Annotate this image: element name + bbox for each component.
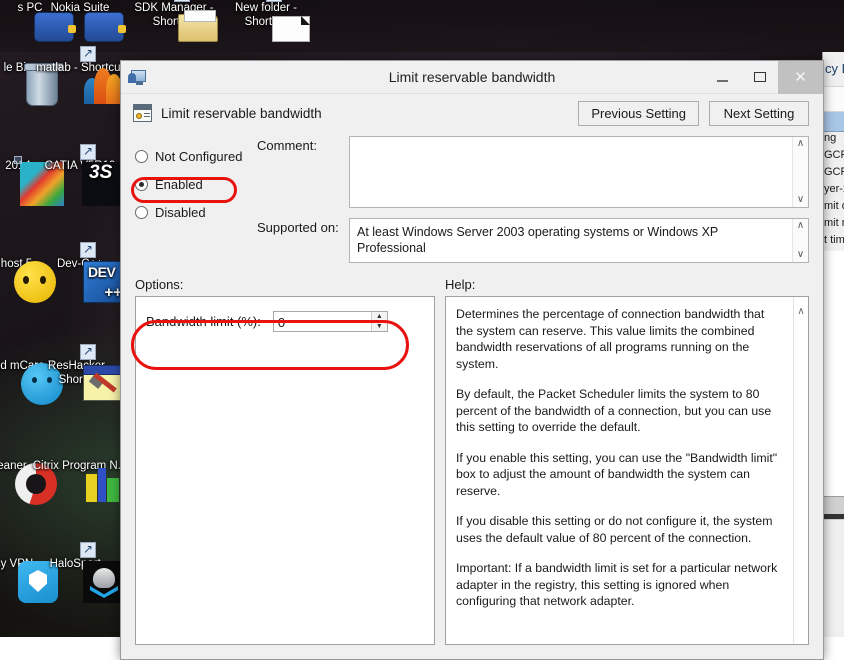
shortcut-arrow-icon: ↗ bbox=[80, 344, 96, 360]
desktop-icon-nokia-suite[interactable]: Nokia Suite bbox=[32, 2, 128, 16]
scroll-down-icon[interactable]: ∨ bbox=[797, 196, 804, 204]
background-window-row[interactable]: mit o bbox=[823, 200, 844, 217]
background-window-row[interactable]: ng bbox=[823, 132, 844, 149]
stepper-up-icon[interactable]: ▲ bbox=[372, 312, 387, 322]
window-controls[interactable]: ✕ bbox=[704, 61, 823, 94]
shortcut-arrow-icon: ↗ bbox=[80, 46, 96, 62]
bandwidth-limit-stepper[interactable]: 0 ▲ ▼ bbox=[273, 311, 388, 332]
radio-label: Disabled bbox=[155, 205, 206, 220]
stepper-buttons[interactable]: ▲ ▼ bbox=[371, 312, 387, 331]
desktop-icon-catia-v5r19[interactable]: ↗CATIA V5R19 bbox=[32, 160, 128, 174]
dialog-header: Limit reservable bandwidth Previous Sett… bbox=[121, 94, 823, 132]
radio-indicator[interactable] bbox=[135, 206, 148, 219]
dialog-titlebar[interactable]: Limit reservable bandwidth ✕ bbox=[121, 61, 823, 94]
desktop-icon-dev-cpp[interactable]: ++↗Dev-C++ bbox=[32, 258, 128, 272]
desktop-icon-citrix-program-neighborhood[interactable]: Citrix Program N... bbox=[32, 460, 128, 474]
background-window-column-header[interactable] bbox=[823, 112, 844, 132]
desktop-icon-new-folder-shortcut[interactable]: ↗New folder - Shortcut bbox=[218, 2, 314, 29]
radio-label: Enabled bbox=[155, 177, 203, 192]
shortcut-arrow-icon: ↗ bbox=[174, 0, 190, 2]
comment-scrollbar[interactable]: ∧ ∨ bbox=[792, 137, 808, 207]
background-window-row[interactable]: GCP v bbox=[823, 166, 844, 183]
limit-reservable-bandwidth-dialog[interactable]: Limit reservable bandwidth ✕ Limit reser… bbox=[120, 60, 824, 660]
help-paragraph: If you enable this setting, you can use … bbox=[456, 450, 783, 500]
scroll-up-icon[interactable]: ∧ bbox=[797, 140, 804, 148]
background-window-bottom-panel bbox=[823, 519, 844, 559]
supported-on-field[interactable]: At least Windows Server 2003 operating s… bbox=[349, 218, 809, 263]
dialog-fields: Comment: ∧ ∨ Supported on: At least Wind… bbox=[257, 136, 809, 273]
supported-on-scrollbar[interactable]: ∧ ∨ bbox=[792, 219, 808, 262]
state-radio-group[interactable]: Not Configured Enabled Disabled bbox=[135, 136, 257, 273]
desktop-icon-reshacker-shortcut[interactable]: ↗ResHacker - Shortcut bbox=[32, 360, 128, 387]
setting-navigation[interactable]: Previous Setting Next Setting bbox=[578, 101, 809, 126]
background-window-row[interactable]: mit re bbox=[823, 217, 844, 234]
desktop-icon-matlab-shortcut[interactable]: ↗matlab - Shortcut bbox=[32, 62, 128, 76]
background-window-footer bbox=[823, 496, 844, 514]
supported-on-label: Supported on: bbox=[257, 218, 349, 263]
bandwidth-limit-input[interactable]: 0 bbox=[274, 312, 371, 331]
radio-indicator[interactable] bbox=[135, 150, 148, 163]
comment-field[interactable]: ∧ ∨ bbox=[349, 136, 809, 208]
shortcut-arrow-icon: ↗ bbox=[80, 542, 96, 558]
help-paragraph: If you disable this setting or do not co… bbox=[456, 513, 783, 546]
help-label: Help: bbox=[445, 277, 475, 292]
desktop-icon-halospartan[interactable]: ↗HaloSpart... bbox=[32, 558, 128, 572]
bandwidth-limit-row: Bandwidth limit (%): 0 ▲ ▼ bbox=[136, 297, 434, 332]
options-label: Options: bbox=[135, 277, 445, 292]
dialog-body: Limit reservable bandwidth Previous Sett… bbox=[121, 94, 823, 659]
shortcut-arrow-icon: ↗ bbox=[80, 144, 96, 160]
background-window-title: cy Ec bbox=[823, 52, 844, 86]
background-window-toolbar[interactable] bbox=[823, 86, 844, 112]
radio-indicator[interactable] bbox=[135, 178, 148, 191]
shortcut-arrow-icon: ↗ bbox=[266, 0, 282, 2]
scroll-up-icon[interactable]: ∧ bbox=[797, 306, 804, 317]
help-pane[interactable]: Determines the percentage of connection … bbox=[445, 296, 809, 645]
background-window-row[interactable]: GCP v bbox=[823, 149, 844, 166]
supported-on-value: At least Windows Server 2003 operating s… bbox=[350, 219, 792, 262]
radio-label: Not Configured bbox=[155, 149, 242, 164]
next-setting-button[interactable]: Next Setting bbox=[709, 101, 809, 126]
shortcut-arrow-icon: ↗ bbox=[80, 242, 96, 258]
comment-label: Comment: bbox=[257, 136, 349, 208]
help-paragraph: By default, the Packet Scheduler limits … bbox=[456, 386, 783, 436]
policy-setting-icon bbox=[129, 68, 151, 86]
desktop-icon-sdk-manager-shortcut[interactable]: ↗SDK Manager - Shortcut bbox=[126, 2, 222, 29]
options-pane[interactable]: Bandwidth limit (%): 0 ▲ ▼ bbox=[135, 296, 435, 645]
scroll-up-icon[interactable]: ∧ bbox=[797, 222, 804, 230]
pane-labels: Options: Help: bbox=[121, 273, 823, 296]
background-window-row[interactable]: yer-2 bbox=[823, 183, 844, 200]
close-button[interactable]: ✕ bbox=[778, 61, 823, 94]
comment-row: Comment: ∧ ∨ bbox=[257, 136, 809, 208]
setting-name-label: Limit reservable bandwidth bbox=[161, 106, 322, 121]
background-window-row-list[interactable]: ngGCP vGCP vyer-2mit omit ret tim bbox=[823, 132, 844, 251]
dialog-panes: Bandwidth limit (%): 0 ▲ ▼ Determines th… bbox=[121, 296, 823, 659]
minimize-button[interactable] bbox=[704, 61, 741, 94]
help-scrollbar[interactable]: ∧ bbox=[793, 297, 808, 644]
dialog-top-section: Not Configured Enabled Disabled Comment: ∧… bbox=[121, 132, 823, 273]
comment-value[interactable] bbox=[350, 137, 792, 207]
scroll-down-icon[interactable]: ∨ bbox=[797, 251, 804, 259]
radio-enabled[interactable]: Enabled bbox=[135, 172, 257, 197]
background-window-row[interactable]: t tim bbox=[823, 234, 844, 251]
supported-on-row: Supported on: At least Windows Server 20… bbox=[257, 218, 809, 263]
bandwidth-limit-label: Bandwidth limit (%): bbox=[146, 314, 261, 329]
radio-disabled[interactable]: Disabled bbox=[135, 200, 257, 225]
maximize-button[interactable] bbox=[741, 61, 778, 94]
stepper-down-icon[interactable]: ▼ bbox=[372, 322, 387, 331]
policy-icon bbox=[133, 104, 153, 123]
background-window-empty-area bbox=[823, 251, 844, 496]
background-window[interactable]: cy Ec ngGCP vGCP vyer-2mit omit ret tim bbox=[822, 52, 844, 637]
radio-not-configured[interactable]: Not Configured bbox=[135, 144, 257, 169]
help-paragraph: Determines the percentage of connection … bbox=[456, 306, 783, 372]
help-text: Determines the percentage of connection … bbox=[446, 297, 793, 644]
help-paragraph: Important: If a bandwidth limit is set f… bbox=[456, 560, 783, 610]
previous-setting-button[interactable]: Previous Setting bbox=[578, 101, 699, 126]
